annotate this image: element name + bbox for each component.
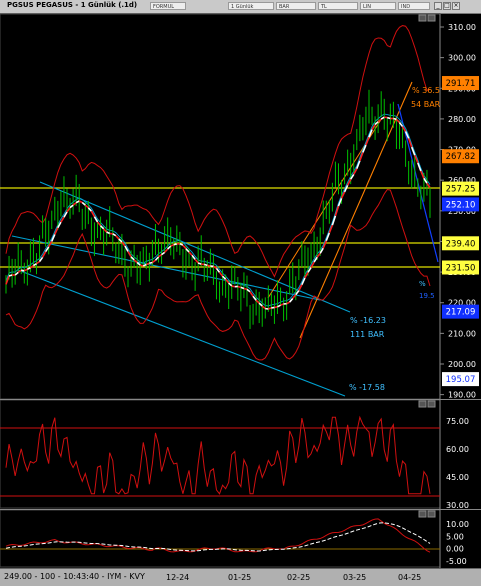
ma-segment: [198, 263, 201, 264]
status-text: 249.00 - 100 - 10:43:40 - IYM - KVY: [4, 572, 145, 581]
ma-segment: [149, 262, 152, 263]
macd-axis: 10.00 5.00 0.00 -5.00: [446, 520, 469, 566]
y-tick-label: 300.00: [448, 54, 476, 63]
x-tick-label: 02-25: [287, 573, 310, 582]
x-tick-label: 04-25: [398, 573, 421, 582]
macd-tick-label: 0.00: [446, 545, 464, 554]
macd-panel: [0, 510, 440, 567]
panel-settings-icon[interactable]: [419, 511, 426, 517]
macd-tick-label: 5.00: [446, 532, 464, 541]
ma-segment: [393, 119, 396, 120]
ma-segment: [146, 263, 149, 264]
ma-segment: [204, 264, 207, 265]
ma-segment: [241, 287, 244, 288]
mid-annotation: %: [419, 280, 426, 288]
uptrend-bars: 54 BAR: [411, 100, 441, 109]
y-tick-label: 190.00: [448, 391, 476, 400]
x-tick-label: 12-24: [166, 573, 189, 582]
price-panel: [0, 14, 440, 399]
panel-close-icon[interactable]: [428, 401, 435, 407]
uptrend-percent: % 36.5: [412, 86, 440, 95]
channel-bars: 111 BAR: [350, 330, 385, 339]
mid-annotation-value: 19.5: [419, 292, 435, 300]
ma-segment: [140, 265, 143, 266]
ma-segment: [238, 286, 241, 287]
price-label: 252.10: [446, 200, 476, 210]
panel-close-icon[interactable]: [428, 511, 435, 517]
ma-segment: [271, 307, 274, 308]
ma-segment: [387, 118, 390, 119]
stock-chart[interactable]: % 36.5 54 BAR % -16.23 111 BAR % -17.58 …: [0, 0, 481, 568]
y-tick-label: 200.00: [448, 360, 476, 369]
ma-segment: [174, 244, 177, 245]
price-label: 239.40: [446, 239, 476, 249]
channel-percent: % -16.23: [350, 316, 386, 325]
ma-segment: [244, 288, 247, 289]
price-label: 217.09: [446, 308, 476, 318]
ma-segment: [281, 304, 284, 305]
ma-segment: [268, 308, 271, 309]
macd-tick-label: 10.00: [446, 520, 469, 529]
lower-channel-percent: % -17.58: [349, 383, 385, 392]
rsi-tick-label: 75.00: [446, 417, 469, 426]
panel-close-icon[interactable]: [428, 15, 435, 21]
x-tick-label: 01-25: [228, 573, 251, 582]
status-bar: 249.00 - 100 - 10:43:40 - IYM - KVY 12-2…: [0, 568, 481, 586]
price-label: 267.82: [446, 152, 476, 162]
panel-settings-icon[interactable]: [419, 15, 426, 21]
y-tick-label: 280.00: [448, 115, 476, 124]
macd-tick-label: -5.00: [446, 557, 467, 566]
y-tick-label: 210.00: [448, 329, 476, 338]
rsi-tick-label: 60.00: [446, 445, 469, 454]
y-tick-label: 310.00: [448, 23, 476, 32]
ma-segment: [207, 265, 210, 266]
rsi-tick-label: 45.00: [446, 473, 469, 482]
price-label: 291.71: [446, 79, 476, 89]
price-label: 195.07: [446, 375, 476, 385]
rsi-axis: 75.00 60.00 45.00 30.00: [446, 417, 469, 510]
rsi-tick-label: 30.00: [446, 501, 469, 510]
price-label: 257.25: [446, 185, 476, 195]
ma-segment: [9, 275, 12, 276]
x-tick-label: 03-25: [343, 573, 366, 582]
panel-settings-icon[interactable]: [419, 401, 426, 407]
price-label: 231.50: [446, 263, 476, 273]
ma-segment: [274, 307, 277, 308]
ma-segment: [232, 286, 235, 287]
ma-segment: [21, 270, 24, 271]
